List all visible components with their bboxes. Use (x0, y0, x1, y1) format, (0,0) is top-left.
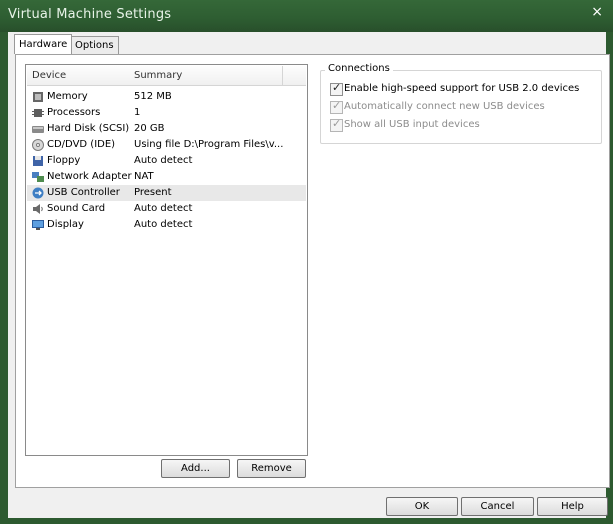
usb2-high-speed-checkbox[interactable] (330, 81, 343, 96)
device-name: USB Controller (47, 187, 120, 198)
cd-dvd-icon (32, 139, 44, 151)
device-name: Memory (47, 91, 88, 102)
column-header-summary[interactable]: Summary (134, 70, 182, 81)
vm-settings-window: Virtual Machine Settings × Hardware Opti… (0, 0, 613, 524)
show-usb-input-label: Show all USB input devices (344, 119, 480, 130)
device-name: Sound Card (47, 203, 106, 214)
cancel-button[interactable]: Cancel (461, 497, 534, 516)
auto-connect-usb-label: Automatically connect new USB devices (344, 101, 545, 112)
processor-icon (32, 109, 44, 117)
window-title: Virtual Machine Settings (8, 7, 172, 22)
connections-group-title: Connections (325, 63, 393, 74)
device-row-processors[interactable]: Processors 1 (27, 105, 306, 121)
sound-card-icon (33, 204, 43, 214)
hard-disk-icon (32, 126, 44, 133)
device-name: Floppy (47, 155, 81, 166)
network-adapter-icon (32, 172, 44, 182)
tab-hardware[interactable]: Hardware (14, 34, 73, 54)
show-usb-input-checkbox[interactable] (330, 117, 343, 132)
close-icon[interactable]: × (591, 4, 603, 20)
device-summary: Auto detect (134, 203, 193, 214)
title-bar[interactable]: Virtual Machine Settings × (0, 0, 613, 32)
device-row-usb-controller[interactable]: USB Controller Present (27, 185, 306, 201)
ok-button[interactable]: OK (386, 497, 458, 516)
remove-device-button[interactable]: Remove (237, 459, 306, 478)
device-summary: 512 MB (134, 91, 172, 102)
device-name: Network Adapter (47, 171, 132, 182)
device-row-hard-disk[interactable]: Hard Disk (SCSI) 20 GB (27, 121, 306, 137)
device-row-sound-card[interactable]: Sound Card Auto detect (27, 201, 306, 217)
device-row-network-adapter[interactable]: Network Adapter NAT (27, 169, 306, 185)
device-name: Hard Disk (SCSI) (47, 123, 130, 134)
floppy-icon (33, 156, 43, 166)
tab-options[interactable]: Options (70, 36, 119, 54)
device-list-header: Device Summary (27, 66, 306, 86)
device-summary: Present (134, 187, 172, 198)
device-row-display[interactable]: Display Auto detect (27, 217, 306, 233)
add-device-button[interactable]: Add... (161, 459, 230, 478)
window-frame-left (0, 32, 8, 524)
device-name: Processors (47, 107, 101, 118)
device-row-floppy[interactable]: Floppy Auto detect (27, 153, 306, 169)
device-summary: Using file D:\Program Files\v... (134, 139, 284, 150)
device-summary: Auto detect (134, 155, 193, 166)
column-separator[interactable] (282, 66, 283, 85)
help-button[interactable]: Help (537, 497, 608, 516)
device-summary: Auto detect (134, 219, 193, 230)
window-frame-bottom (0, 518, 613, 524)
display-icon (32, 220, 44, 230)
column-header-device[interactable]: Device (32, 70, 66, 81)
usb-controller-icon (32, 187, 44, 199)
device-list[interactable]: Device Summary Memory 512 MB Processors … (25, 64, 308, 456)
device-row-memory[interactable]: Memory 512 MB (27, 89, 306, 105)
device-summary: 1 (134, 107, 141, 118)
device-summary: NAT (134, 171, 154, 182)
device-name: CD/DVD (IDE) (47, 139, 116, 150)
device-row-cd-dvd[interactable]: CD/DVD (IDE) Using file D:\Program Files… (27, 137, 306, 153)
usb2-high-speed-label[interactable]: Enable high-speed support for USB 2.0 de… (344, 83, 579, 94)
device-summary: 20 GB (134, 123, 165, 134)
auto-connect-usb-checkbox[interactable] (330, 99, 343, 114)
memory-icon (33, 92, 43, 102)
device-name: Display (47, 219, 84, 230)
